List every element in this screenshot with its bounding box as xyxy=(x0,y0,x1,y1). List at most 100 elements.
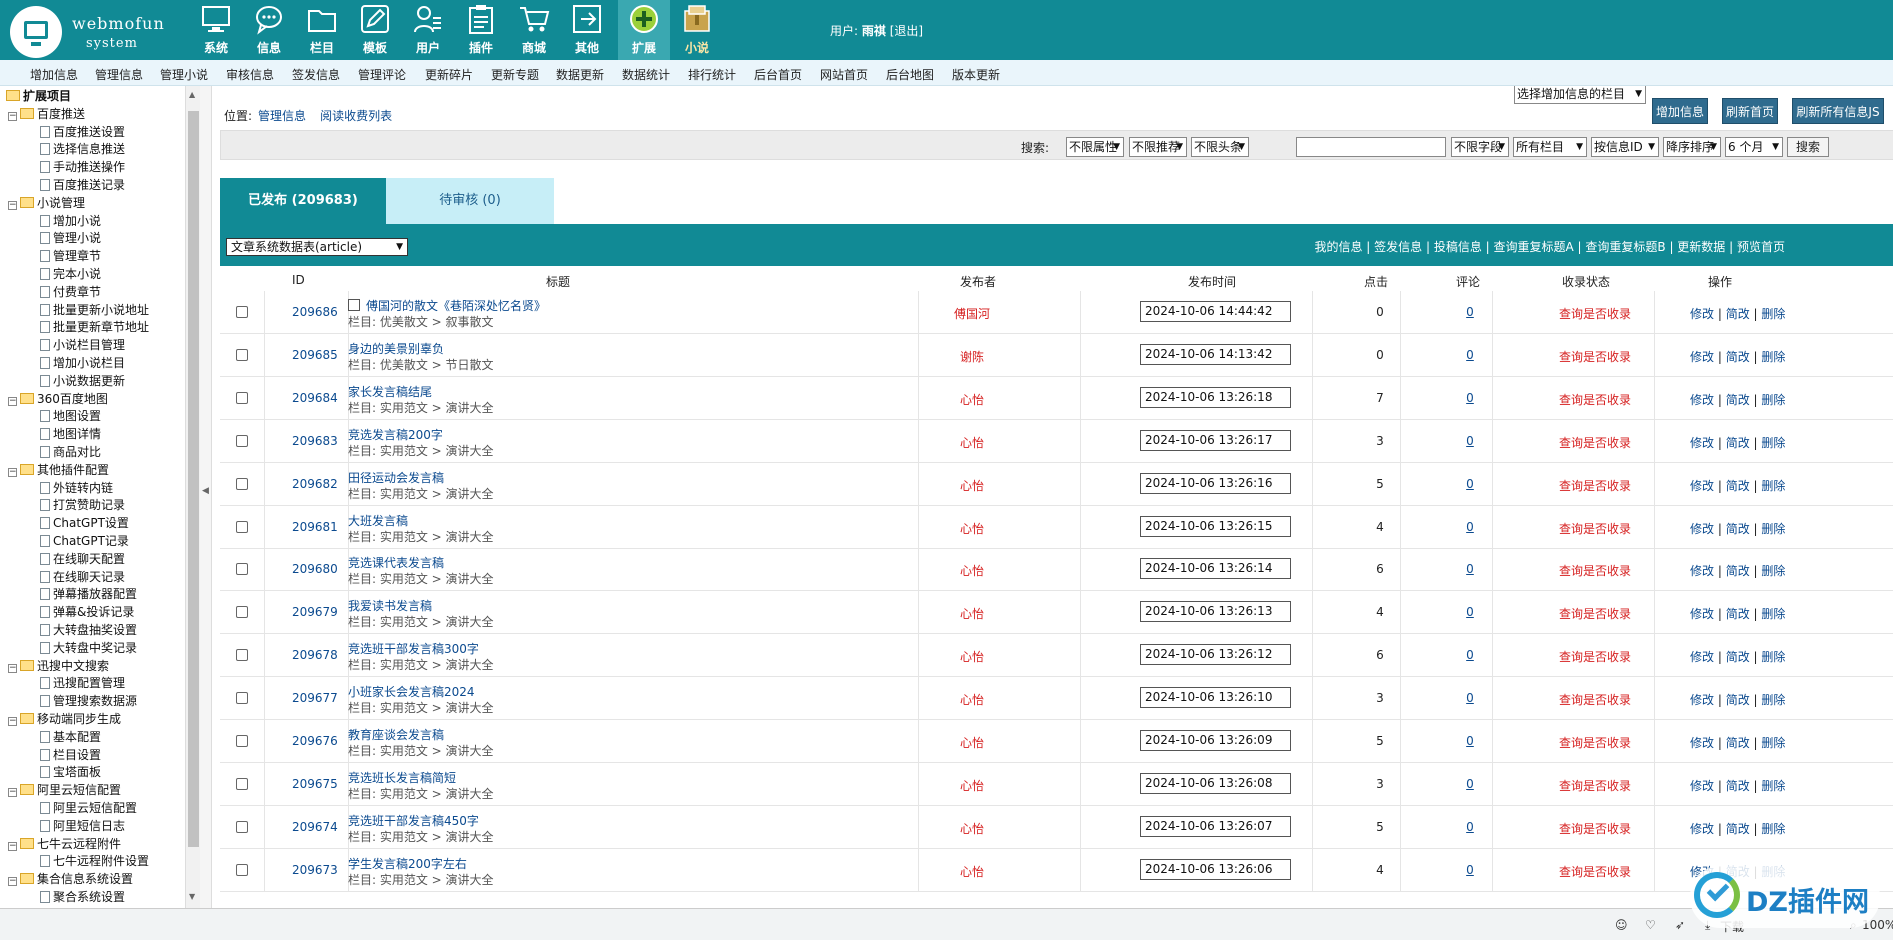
row-checkbox[interactable] xyxy=(236,477,248,490)
menu-item[interactable]: 网站首页 xyxy=(820,66,868,83)
tree-item[interactable]: 打赏赞助记录 xyxy=(40,496,125,514)
menu-item[interactable]: 更新碎片 xyxy=(425,66,473,83)
row-comments[interactable]: 0 xyxy=(1460,434,1480,448)
tree-item[interactable]: 在线聊天记录 xyxy=(40,568,125,586)
menu-item[interactable]: 管理小说 xyxy=(160,66,208,83)
row-title[interactable]: 小班家长会发言稿2024 xyxy=(348,683,475,700)
tree-item[interactable]: 地图设置 xyxy=(40,407,101,425)
row-id[interactable]: 209681 xyxy=(292,520,338,534)
row-id[interactable]: 209676 xyxy=(292,734,338,748)
headline-filter-select[interactable]: 不限头条 ▼ xyxy=(1191,137,1249,157)
row-id[interactable]: 209678 xyxy=(292,648,338,662)
tree-item[interactable]: 增加小说 xyxy=(40,212,101,230)
row-title[interactable]: 竞选班干部发言稿300字 xyxy=(348,640,479,657)
tree-item[interactable]: 阿里短信日志 xyxy=(40,817,125,835)
delete-link[interactable]: 删除 xyxy=(1761,393,1785,407)
row-checkbox[interactable] xyxy=(236,606,248,619)
add-column-select[interactable]: 选择增加信息的栏目 ▼ xyxy=(1514,86,1646,104)
table-link[interactable]: 更新数据 xyxy=(1677,240,1725,254)
quick-edit-link[interactable]: 简改 xyxy=(1726,779,1750,793)
module-pencil[interactable]: 模板 xyxy=(349,0,401,60)
delete-link[interactable]: 删除 xyxy=(1761,564,1785,578)
sidebar-scrollbar[interactable]: ▲ ▼ xyxy=(185,86,200,908)
tree-item[interactable]: − 集合信息系统设置 xyxy=(8,870,133,888)
order-by-select[interactable]: 按信息ID ▼ xyxy=(1591,137,1659,157)
tree-item[interactable]: 付费章节 xyxy=(40,283,101,301)
table-link[interactable]: 我的信息 xyxy=(1314,240,1362,254)
row-time-input[interactable]: 2024-10-06 13:26:14 xyxy=(1140,558,1291,580)
breadcrumb-item[interactable]: 管理信息 xyxy=(258,109,306,123)
module-user[interactable]: 用户 xyxy=(402,0,454,60)
row-comments[interactable]: 0 xyxy=(1460,477,1480,491)
tree-item[interactable]: 阿里云短信配置 xyxy=(40,799,137,817)
row-publisher[interactable]: 心怡 xyxy=(920,648,1024,665)
menu-item[interactable]: 数据更新 xyxy=(556,66,604,83)
row-status[interactable]: 查询是否收录 xyxy=(1540,734,1650,751)
tree-item[interactable]: 增加小说栏目 xyxy=(40,354,125,372)
row-time-input[interactable]: 2024-10-06 14:44:42 xyxy=(1140,301,1291,322)
delete-link[interactable]: 删除 xyxy=(1761,479,1785,493)
tree-item[interactable]: 选择信息推送 xyxy=(40,140,125,158)
row-title-text[interactable]: 学生发言稿200字左右 xyxy=(348,857,467,871)
module-monitor[interactable]: 系统 xyxy=(190,0,242,60)
row-publisher[interactable]: 心怡 xyxy=(920,605,1024,622)
tree-item[interactable]: − 移动端同步生成 xyxy=(8,710,121,728)
row-id[interactable]: 209673 xyxy=(292,863,338,877)
row-status[interactable]: 查询是否收录 xyxy=(1540,562,1650,579)
row-title-text[interactable]: 竞选班长发言稿简短 xyxy=(348,771,456,785)
collapse-icon[interactable]: − xyxy=(8,717,17,726)
row-comments[interactable]: 0 xyxy=(1460,691,1480,705)
add-info-button[interactable]: 增加信息 xyxy=(1652,98,1708,124)
tree-item[interactable]: 栏目设置 xyxy=(40,746,101,764)
row-time-input[interactable]: 2024-10-06 13:26:09 xyxy=(1140,730,1291,751)
row-publisher[interactable]: 心怡 xyxy=(920,820,1024,837)
tree-item[interactable]: 宝塔面板 xyxy=(40,763,101,781)
collapse-icon[interactable]: − xyxy=(8,396,17,406)
tree-item[interactable]: 小说数据更新 xyxy=(40,372,125,390)
row-title[interactable]: 竞选发言稿200字 xyxy=(348,426,443,443)
delete-link[interactable]: 删除 xyxy=(1761,650,1785,664)
row-checkbox[interactable] xyxy=(236,692,248,705)
refresh-home-button[interactable]: 刷新首页 xyxy=(1722,98,1778,124)
row-checkbox[interactable] xyxy=(236,563,248,576)
row-checkbox[interactable] xyxy=(236,649,248,662)
row-comments[interactable]: 0 xyxy=(1460,605,1480,619)
row-title[interactable]: 竞选班长发言稿简短 xyxy=(348,769,456,786)
tree-item[interactable]: 外链转内链 xyxy=(40,479,113,497)
row-publisher[interactable]: 傅国河 xyxy=(920,305,1024,322)
row-time-input[interactable]: 2024-10-06 13:26:10 xyxy=(1140,687,1291,709)
tree-item[interactable]: 聚合系统设置 xyxy=(40,888,125,906)
table-select[interactable]: 文章系统数据表(article) ▼ xyxy=(226,238,408,256)
tree-item[interactable]: 商品对比 xyxy=(40,443,101,461)
row-status[interactable]: 查询是否收录 xyxy=(1540,863,1650,880)
row-comments[interactable]: 0 xyxy=(1460,562,1480,576)
module-exit[interactable]: 其他 xyxy=(561,0,613,60)
row-comments[interactable]: 0 xyxy=(1460,520,1480,534)
row-title-text[interactable]: 竞选课代表发言稿 xyxy=(348,556,444,570)
row-comments[interactable]: 0 xyxy=(1460,777,1480,791)
logout-link[interactable]: [退出] xyxy=(890,24,923,38)
tree-item[interactable]: 百度推送设置 xyxy=(40,123,125,141)
edit-link[interactable]: 修改 xyxy=(1690,522,1714,536)
quick-edit-link[interactable]: 简改 xyxy=(1726,393,1750,407)
tree-item[interactable]: ChatGPT记录 xyxy=(40,532,129,550)
delete-link[interactable]: 删除 xyxy=(1761,607,1785,621)
quick-edit-link[interactable]: 简改 xyxy=(1726,607,1750,621)
row-status[interactable]: 查询是否收录 xyxy=(1540,820,1650,837)
row-title-text[interactable]: 竞选发言稿200字 xyxy=(348,428,443,442)
edit-link[interactable]: 修改 xyxy=(1690,436,1714,450)
breadcrumb-item[interactable]: 阅读收费列表 xyxy=(320,109,392,123)
row-title-text[interactable]: 傅国河的散文《巷陌深处忆名贤》 xyxy=(366,299,546,313)
edit-link[interactable]: 修改 xyxy=(1690,307,1714,321)
edit-link[interactable]: 修改 xyxy=(1690,650,1714,664)
order-select[interactable]: 降序排序 ▼ xyxy=(1663,137,1721,157)
delete-link[interactable]: 删除 xyxy=(1761,350,1785,364)
row-publisher[interactable]: 心怡 xyxy=(920,520,1024,537)
edit-link[interactable]: 修改 xyxy=(1690,564,1714,578)
table-link[interactable]: 签发信息 xyxy=(1374,240,1422,254)
row-time-input[interactable]: 2024-10-06 13:26:15 xyxy=(1140,515,1291,537)
tree-item[interactable]: 管理章节 xyxy=(40,247,101,265)
row-title-text[interactable]: 小班家长会发言稿2024 xyxy=(348,685,475,699)
quick-edit-link[interactable]: 简改 xyxy=(1726,479,1750,493)
quick-edit-link[interactable]: 简改 xyxy=(1726,307,1750,321)
